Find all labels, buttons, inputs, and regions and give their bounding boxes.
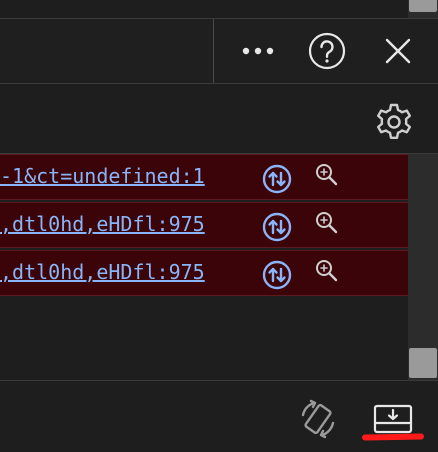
list-item: ,dtl0hd,eHDfl:975 xyxy=(0,250,408,296)
list-item: ,dtl0hd,eHDfl:975 xyxy=(0,202,408,248)
help-circle-icon xyxy=(308,32,346,70)
network-request-icon[interactable] xyxy=(262,260,292,290)
list-item: -1&ct=undefined:1 xyxy=(0,154,408,200)
console-message-list: -1&ct=undefined:1 ,dtl0hd,eHDfl:975 ,dtl… xyxy=(0,154,408,296)
search-icon[interactable] xyxy=(314,162,340,188)
close-button[interactable] xyxy=(378,31,418,71)
vertical-scrollbar-thumb[interactable] xyxy=(409,348,437,378)
console-subbar xyxy=(0,84,438,154)
more-horizontal-icon xyxy=(242,47,274,55)
vertical-scrollbar[interactable] xyxy=(408,154,438,380)
bottom-toolbar xyxy=(0,380,438,452)
source-link[interactable]: -1&ct=undefined:1 xyxy=(0,164,205,188)
help-button[interactable] xyxy=(307,31,347,71)
network-request-icon[interactable] xyxy=(262,164,292,194)
dock-to-bottom-icon xyxy=(373,404,413,434)
source-link[interactable]: ,dtl0hd,eHDfl:975 xyxy=(0,212,205,236)
toolbar-separator xyxy=(213,19,214,83)
gear-icon xyxy=(377,103,411,139)
source-link[interactable]: ,dtl0hd,eHDfl:975 xyxy=(0,260,205,284)
top-strip xyxy=(0,0,438,18)
rotate-icon xyxy=(301,399,335,439)
dock-button[interactable] xyxy=(370,403,416,435)
close-icon xyxy=(385,38,411,64)
top-scrollbar[interactable] xyxy=(408,0,438,18)
top-scrollbar-thumb[interactable] xyxy=(409,0,437,12)
rotate-button[interactable] xyxy=(296,397,340,441)
network-request-icon[interactable] xyxy=(262,212,292,242)
devtools-toolbar xyxy=(0,18,438,84)
search-icon[interactable] xyxy=(314,210,340,236)
more-options-button[interactable] xyxy=(238,31,278,71)
search-icon[interactable] xyxy=(314,258,340,284)
highlight-underline xyxy=(361,433,425,441)
settings-button[interactable] xyxy=(372,100,416,144)
